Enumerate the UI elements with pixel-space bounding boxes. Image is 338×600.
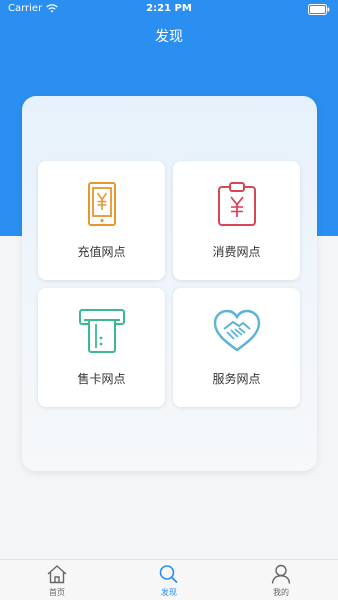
tab-label: 我的 xyxy=(273,588,289,597)
tile-card-sale-outlets[interactable]: 售卡网点 xyxy=(38,288,165,407)
card-dispenser-icon xyxy=(78,309,125,353)
tile-recharge-outlets[interactable]: 充值网点 xyxy=(38,161,165,280)
clipboard-yuan-icon xyxy=(217,182,256,226)
handshake-heart-icon xyxy=(213,309,260,352)
status-time: 2:21 PM xyxy=(146,3,192,14)
tab-label: 发现 xyxy=(161,588,177,597)
tile-label: 充值网点 xyxy=(77,245,126,259)
tab-home[interactable]: 首页 xyxy=(22,564,92,598)
status-bar: Carrier 2:21 PM xyxy=(0,0,338,20)
user-icon xyxy=(271,564,291,584)
tile-service-outlets[interactable]: 服务网点 xyxy=(173,288,300,407)
tile-label: 售卡网点 xyxy=(77,372,126,386)
tab-discover[interactable]: 发现 xyxy=(134,564,204,598)
tile-consumption-outlets[interactable]: 消费网点 xyxy=(173,161,300,280)
service-panel: 充值网点 消费网点 售卡网点 服务网点 xyxy=(22,96,317,471)
tile-label: 消费网点 xyxy=(212,245,261,259)
tile-label: 服务网点 xyxy=(212,372,261,386)
battery-icon xyxy=(308,4,330,15)
search-icon xyxy=(159,565,178,584)
home-icon xyxy=(47,565,67,584)
tab-label: 首页 xyxy=(49,588,65,597)
page-title: 发现 xyxy=(155,29,183,45)
tab-mine[interactable]: 我的 xyxy=(246,564,316,598)
phone-yuan-icon xyxy=(87,182,116,226)
bottom-tab-bar: 首页 发现 我的 xyxy=(0,559,338,600)
